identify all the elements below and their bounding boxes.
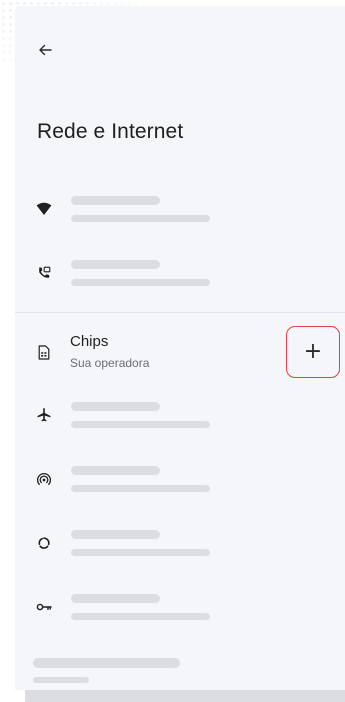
- section-divider: [15, 312, 345, 313]
- phone-wifi-calling-icon: [35, 264, 53, 282]
- skeleton-title: [71, 260, 160, 269]
- skeleton-subtitle: [33, 677, 89, 683]
- list-item-calling[interactable]: [15, 248, 345, 300]
- skeleton-subtitle: [71, 485, 210, 492]
- list-item-vpn[interactable]: [15, 582, 345, 634]
- skeleton-title: [71, 402, 160, 411]
- page-title: Rede e Internet: [37, 120, 184, 143]
- sim-card-icon: [35, 343, 53, 361]
- chips-subtitle: Sua operadora: [70, 356, 150, 370]
- add-sim-button[interactable]: +: [286, 326, 340, 378]
- skeleton-title: [71, 594, 160, 603]
- skeleton-subtitle: [71, 215, 210, 222]
- airplane-icon: [35, 406, 53, 424]
- skeleton-title: [33, 658, 180, 668]
- skeleton-subtitle: [71, 549, 210, 556]
- hotspot-icon: [35, 470, 53, 488]
- list-item-hotspot[interactable]: [15, 454, 345, 506]
- skeleton-title: [71, 196, 160, 205]
- list-item-wifi[interactable]: [15, 184, 345, 236]
- skeleton-subtitle: [71, 279, 210, 286]
- skeleton-subtitle: [71, 613, 210, 620]
- list-item-data-saver[interactable]: [15, 518, 345, 570]
- vpn-key-icon: [35, 598, 53, 616]
- wifi-icon: [35, 200, 53, 218]
- panel-bottom-edge: [25, 690, 345, 702]
- data-saver-icon: [35, 534, 53, 552]
- skeleton-title: [71, 466, 160, 475]
- skeleton-title: [71, 530, 160, 539]
- skeleton-subtitle: [71, 421, 210, 428]
- chips-title: Chips: [70, 333, 109, 350]
- list-item-airplane[interactable]: [15, 390, 345, 442]
- back-button[interactable]: [31, 36, 59, 64]
- arrow-left-icon: [39, 44, 52, 56]
- screen: Rede e Internet Chips Sua operadora +: [0, 0, 345, 702]
- add-icon: +: [303, 339, 323, 364]
